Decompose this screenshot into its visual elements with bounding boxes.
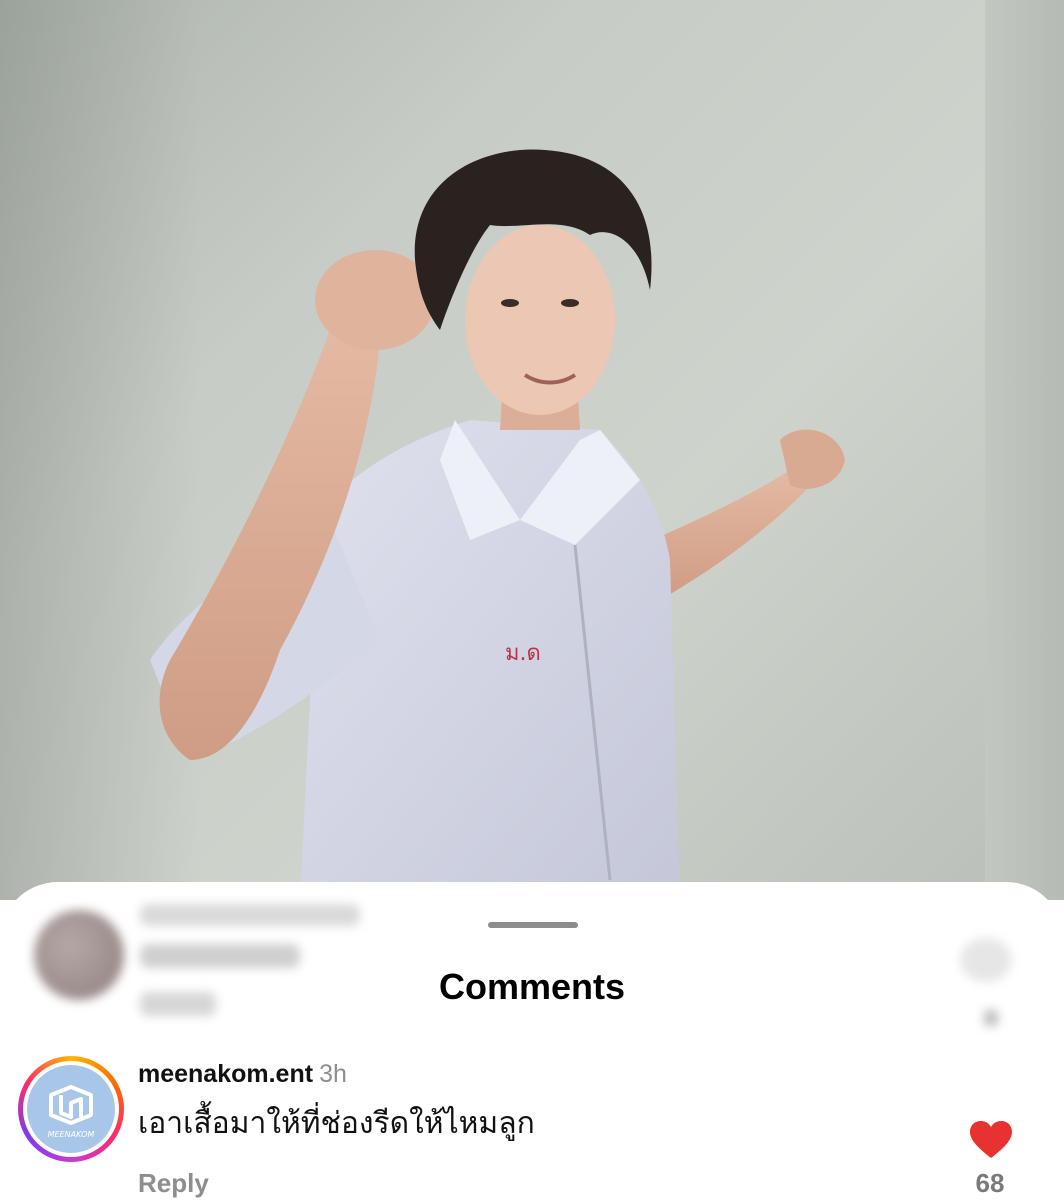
comments-sheet[interactable]: Comments MEENAKOM meenakom.ent3h เอาเสื [0,882,1064,1200]
blurred-username [140,904,360,926]
blurred-comment-text [140,944,300,968]
like-count: 68 [975,1168,1005,1198]
sheet-title: Comments [438,966,626,1007]
comment-timestamp: 3h [319,1060,347,1088]
person-image: ม.ด [150,149,845,900]
svg-text:ม.ด: ม.ด [505,641,541,666]
meenakom-logo-icon: MEENAKOM [27,1065,115,1153]
blurred-like-count [984,1010,998,1026]
comment-header: meenakom.ent 3h [138,1060,347,1089]
comment-item: MEENAKOM meenakom.ent 3h เอาเสื้อมาให้ที่… [0,1048,1064,1200]
avatar-logo-text: MEENAKOM [48,1130,95,1139]
comment-username[interactable]: meenakom.ent [138,1060,313,1088]
video-frame[interactable]: ม.ด [0,0,1064,900]
heart-icon[interactable] [968,1120,1014,1160]
drag-handle[interactable] [488,922,578,928]
reply-button[interactable]: Reply [138,1168,209,1199]
avatar[interactable]: MEENAKOM [18,1056,124,1162]
comment-text: เอาเสื้อมาให้ที่ช่องรีดให้ไหมลูก [138,1106,535,1141]
